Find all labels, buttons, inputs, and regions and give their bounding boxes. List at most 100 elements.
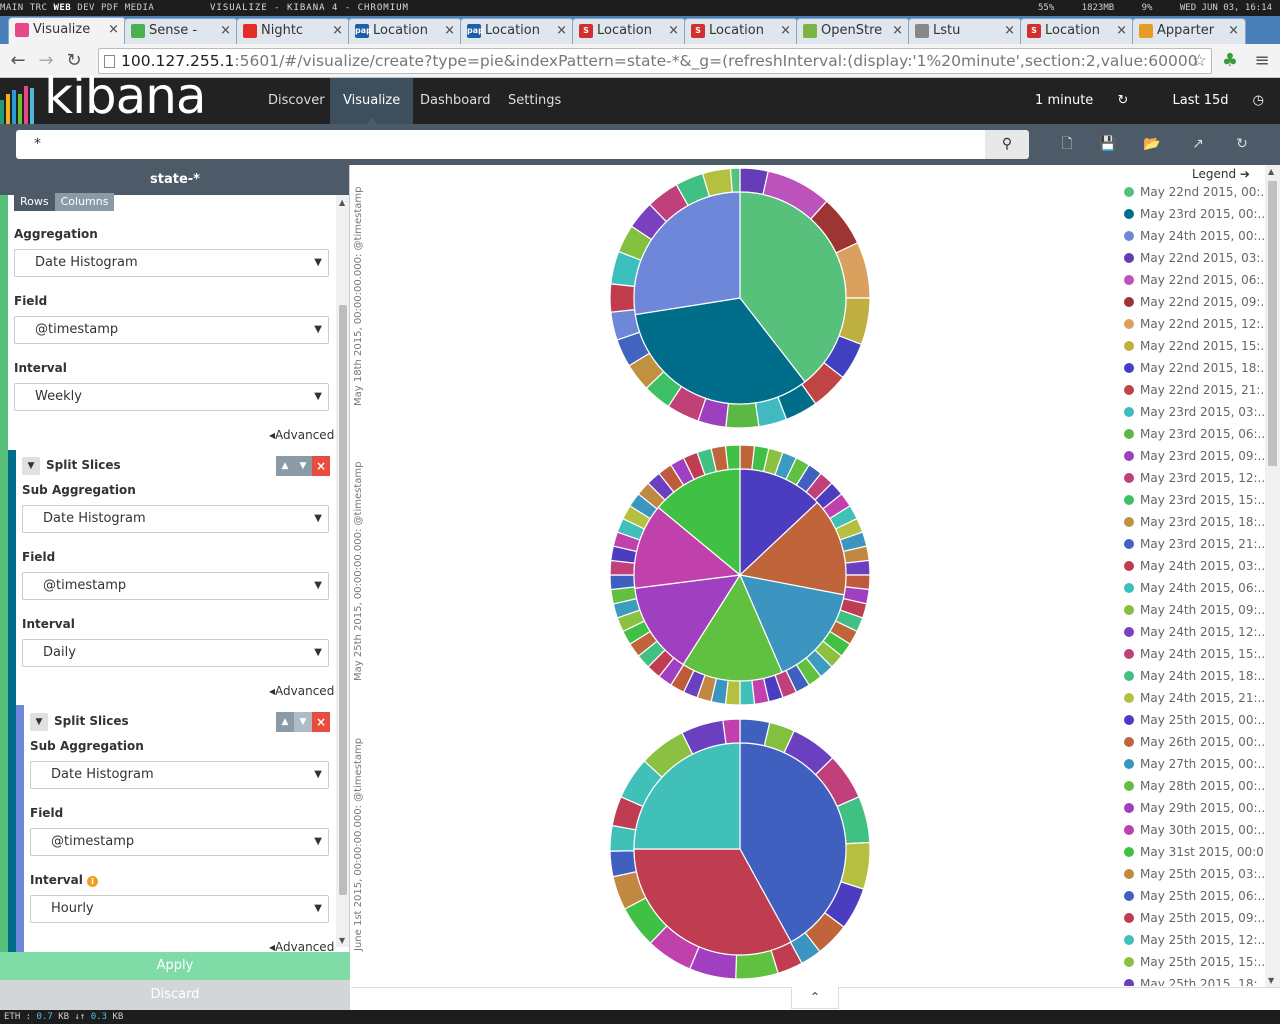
sub-aggregation-select[interactable]: Date Histogram ▼ (22, 505, 329, 533)
legend-item[interactable]: May 22nd 2015, 06:... (1121, 269, 1265, 291)
scroll-down-icon[interactable]: ▼ (1268, 976, 1274, 985)
extension-icon[interactable]: ♣ (1220, 50, 1240, 72)
close-icon[interactable]: × (556, 19, 567, 43)
legend-item[interactable]: May 23rd 2015, 21:... (1121, 533, 1265, 555)
info-icon[interactable]: i (87, 876, 99, 887)
field-select[interactable]: @timestamp ▼ (14, 316, 329, 344)
apply-button[interactable]: Apply (0, 952, 350, 980)
bookmark-star-icon[interactable]: ☆ (1192, 49, 1207, 73)
legend-item[interactable]: May 25th 2015, 00:... (1121, 709, 1265, 731)
sub-aggregation-select[interactable]: Date Histogram ▼ (30, 761, 329, 789)
field-select[interactable]: @timestamp ▼ (30, 828, 329, 856)
close-icon[interactable]: × (1228, 19, 1239, 43)
pie-outer-slice[interactable] (844, 559, 871, 576)
legend-item[interactable]: May 23rd 2015, 15:... (1121, 489, 1265, 511)
legend-item[interactable]: May 25th 2015, 15:... (1121, 951, 1265, 973)
pie-outer-slice[interactable] (609, 850, 638, 878)
legend-item[interactable]: May 23rd 2015, 06:... (1121, 423, 1265, 445)
legend-item[interactable]: May 25th 2015, 12:... (1121, 929, 1265, 951)
close-icon[interactable]: × (892, 19, 903, 43)
scroll-down-icon[interactable]: ▼ (339, 936, 345, 945)
close-icon[interactable]: × (1004, 19, 1015, 43)
pie-outer-slice[interactable] (724, 444, 741, 471)
legend-item[interactable]: May 23rd 2015, 18:... (1121, 511, 1265, 533)
browser-tab[interactable]: pap Location × (460, 18, 574, 44)
aggregation-select[interactable]: Date Histogram ▼ (14, 249, 329, 277)
legend-item[interactable]: May 24th 2015, 06:... (1121, 577, 1265, 599)
nav-discover[interactable]: Discover (255, 78, 338, 124)
move-down-icon[interactable]: ▼ (294, 712, 312, 732)
browser-tab[interactable]: Apparter × (1132, 18, 1246, 44)
legend-item[interactable]: May 24th 2015, 18:... (1121, 665, 1265, 687)
legend-item[interactable]: May 22nd 2015, 21:... (1121, 379, 1265, 401)
close-icon[interactable]: × (668, 19, 679, 43)
discard-button[interactable]: Discard (0, 980, 350, 1010)
workspace-dev[interactable]: DEV (77, 0, 95, 16)
legend-toggle[interactable]: Legend ➔ (1192, 167, 1250, 181)
legend-item[interactable]: May 23rd 2015, 09:... (1121, 445, 1265, 467)
browser-tab[interactable]: pap Location × (348, 18, 462, 44)
legend-item[interactable]: May 23rd 2015, 12:... (1121, 467, 1265, 489)
legend-item[interactable]: May 22nd 2015, 03:... (1121, 247, 1265, 269)
browser-tab[interactable]: S Location × (1020, 18, 1134, 44)
nav-visualize[interactable]: Visualize (330, 78, 414, 124)
close-icon[interactable]: × (332, 19, 343, 43)
save-icon[interactable]: 💾 (1097, 134, 1119, 154)
legend-item[interactable]: May 28th 2015, 00:... (1121, 775, 1265, 797)
collapse-icon[interactable]: ▼ (30, 713, 48, 731)
close-icon[interactable]: × (444, 19, 455, 43)
browser-tab[interactable]: S Location × (572, 18, 686, 44)
legend-item[interactable]: May 22nd 2015, 12:... (1121, 313, 1265, 335)
workspace-media[interactable]: MEDIA (125, 0, 155, 16)
new-visualization-icon[interactable]: 🗋 (1056, 134, 1078, 154)
columns-button[interactable]: Columns (54, 193, 115, 211)
url-input[interactable]: 100.127.255.1:5601/#/visualize/create?ty… (98, 48, 1212, 74)
legend-item[interactable]: May 22nd 2015, 18:... (1121, 357, 1265, 379)
browser-tab[interactable]: Lstu × (908, 18, 1022, 44)
move-up-icon[interactable]: ▲ (276, 456, 294, 476)
browser-tab[interactable]: Sense - × (124, 18, 238, 44)
pie-outer-slice[interactable] (609, 283, 636, 313)
browser-tab[interactable]: Visualize × (8, 17, 126, 44)
nav-dashboard[interactable]: Dashboard (407, 78, 504, 124)
advanced-toggle[interactable]: ◂Advanced (269, 684, 334, 698)
legend-item[interactable]: May 25th 2015, 03:... (1121, 863, 1265, 885)
workspace-main[interactable]: MAIN (0, 0, 24, 16)
remove-icon[interactable]: × (312, 456, 330, 476)
move-down-icon[interactable]: ▼ (294, 456, 312, 476)
spy-toggle[interactable]: ⌃ (791, 987, 839, 1009)
legend-item[interactable]: May 24th 2015, 09:... (1121, 599, 1265, 621)
menu-icon[interactable]: ≡ (1252, 50, 1272, 72)
legend-item[interactable]: May 25th 2015, 18:... (1121, 973, 1265, 986)
legend-item[interactable]: May 22nd 2015, 00:... (1121, 181, 1265, 203)
legend-item[interactable]: May 31st 2015, 00:0... (1121, 841, 1265, 863)
close-icon[interactable]: × (1116, 19, 1127, 43)
share-icon[interactable]: ↗ (1187, 134, 1209, 154)
browser-tab[interactable]: OpenStre × (796, 18, 910, 44)
rows-button[interactable]: Rows (14, 193, 55, 211)
browser-tab[interactable]: S Location × (684, 18, 798, 44)
field-select[interactable]: @timestamp ▼ (22, 572, 329, 600)
legend-item[interactable]: May 25th 2015, 09:... (1121, 907, 1265, 929)
legend-item[interactable]: May 24th 2015, 00:... (1121, 225, 1265, 247)
close-icon[interactable]: × (220, 19, 231, 43)
browser-tab[interactable]: Nightc × (236, 18, 350, 44)
legend-item[interactable]: May 27th 2015, 00:... (1121, 753, 1265, 775)
workspace-trc[interactable]: TRC (30, 0, 48, 16)
legend-item[interactable]: May 25th 2015, 06:... (1121, 885, 1265, 907)
search-button[interactable]: ⚲ (985, 130, 1029, 159)
sidebar-scrollbar[interactable]: ▲ ▼ (336, 195, 349, 947)
legend-item[interactable]: May 24th 2015, 21:... (1121, 687, 1265, 709)
legend-item[interactable]: May 22nd 2015, 15:... (1121, 335, 1265, 357)
refresh-interval[interactable]: 1 minute ↻ (1015, 93, 1128, 108)
legend-item[interactable]: May 30th 2015, 00:... (1121, 819, 1265, 841)
refresh-icon[interactable]: ↻ (1231, 134, 1253, 154)
legend-item[interactable]: May 29th 2015, 00:... (1121, 797, 1265, 819)
nav-settings[interactable]: Settings (495, 78, 574, 124)
back-button[interactable]: ← (8, 50, 28, 72)
pie-outer-slice[interactable] (739, 679, 756, 706)
legend-item[interactable]: May 23rd 2015, 03:... (1121, 401, 1265, 423)
close-icon[interactable]: × (108, 18, 119, 42)
interval-select[interactable]: Weekly ▼ (14, 383, 329, 411)
open-folder-icon[interactable]: 📂 (1141, 134, 1163, 154)
